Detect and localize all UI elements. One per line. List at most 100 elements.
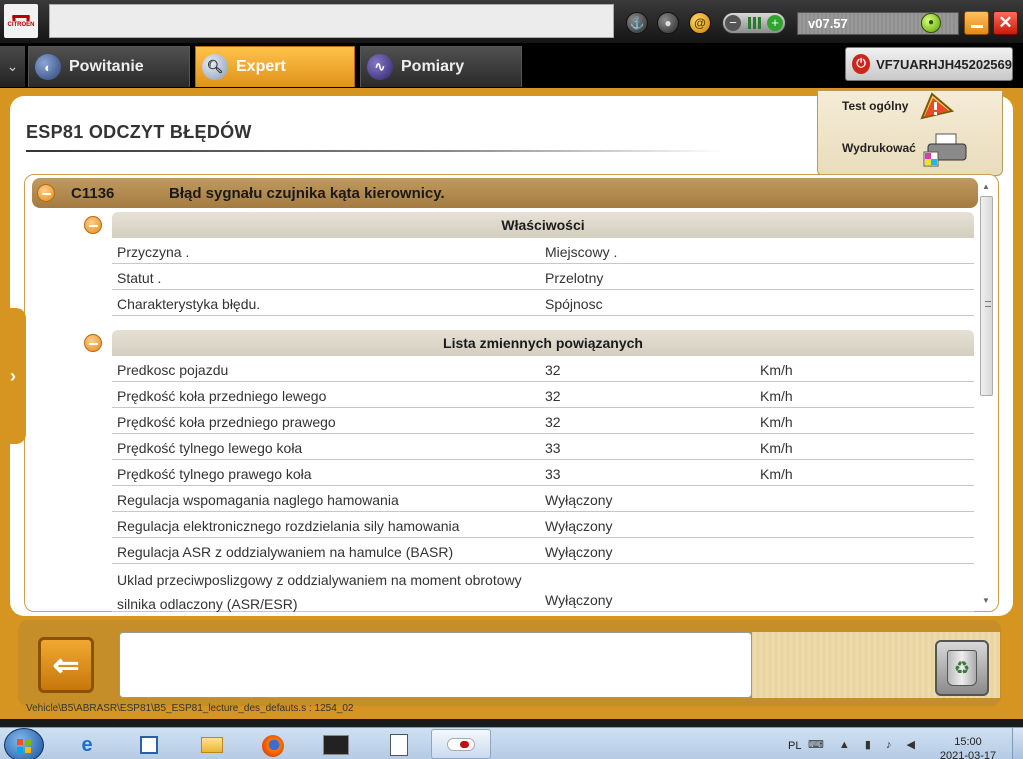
waveform-icon: ∿ [367, 54, 393, 80]
anchor-icon: ⚓ [629, 16, 645, 30]
variable-name: Regulacja ASR z oddzialywaniem na hamulc… [117, 544, 454, 560]
arrow-left-icon: ⇐ [52, 647, 80, 683]
vin-button[interactable]: ⏻ VF7UARHJH45202569 [845, 47, 1013, 81]
variable-unit: Km/h [760, 440, 793, 456]
variable-value: 32 [545, 414, 561, 430]
firefox-icon[interactable] [258, 731, 288, 759]
table-row: Regulacja wspomagania naglego hamowania W… [112, 486, 974, 512]
variable-value: Wyłączony [545, 544, 613, 560]
back-button[interactable]: ⇐ [38, 637, 94, 693]
scroll-up-icon[interactable]: ▲ [978, 180, 994, 194]
table-row: Charakterystyka błędu. Spójnosc [112, 290, 974, 316]
trash-icon: ♻ [947, 650, 977, 686]
chevron-logo-icon [12, 14, 30, 21]
variable-name: Uklad przeciwposlizgowy z oddzialywaniem… [117, 572, 522, 612]
table-row: Uklad przeciwposlizgowy z oddzialywaniem… [112, 564, 974, 612]
top-bar: CITROËN ⚓ ● @ − + v07.57 ● ✕ [0, 0, 1023, 43]
collapse-icon[interactable] [37, 184, 55, 202]
minimize-button[interactable] [964, 11, 989, 35]
anchor-button[interactable]: ⚓ [626, 12, 648, 34]
global-test-button[interactable]: Test ogólny [842, 99, 908, 113]
document-icon[interactable] [384, 731, 414, 759]
variables-section: Lista zmiennych powiązanych Predkosc poj… [84, 330, 974, 612]
time: 15:00 [954, 736, 982, 748]
minus-icon: − [725, 15, 741, 31]
logo-text: CITROËN [7, 21, 35, 28]
tab-label: Powitanie [69, 58, 144, 75]
show-desktop-button[interactable] [1012, 728, 1023, 759]
table-row: Predkosc pojazdu 32 Km/h [112, 356, 974, 382]
email-button[interactable]: @ [689, 12, 711, 34]
scroll-thumb[interactable] [980, 196, 993, 396]
warning-icon[interactable] [918, 91, 954, 121]
start-button[interactable] [4, 728, 44, 759]
variable-value: 33 [545, 440, 561, 456]
property-value: Przelotny [545, 270, 604, 286]
fault-header[interactable]: C1136 Błąd sygnału czujnika kąta kierown… [32, 178, 978, 208]
lock-button[interactable]: ● [921, 13, 941, 33]
section-title: Właściwości [112, 212, 974, 238]
table-row: Przyczyna . Miejscowy . [112, 238, 974, 264]
variable-name: Prędkość tylnego lewego koła [117, 440, 303, 456]
variable-unit: Km/h [760, 466, 793, 482]
variable-value: 33 [545, 466, 561, 482]
table-row: Prędkość koła przedniego lewego 32 Km/h [112, 382, 974, 408]
clock[interactable]: 15:00 2021-03-17 [932, 735, 1004, 759]
variables-header: Lista zmiennych powiązanych [84, 330, 974, 356]
welcome-icon: ◐ [35, 54, 61, 80]
battery-level-icon [747, 17, 761, 29]
minimize-icon [971, 25, 983, 28]
clp-app-icon[interactable] [320, 731, 352, 759]
user-button[interactable]: ● [657, 12, 679, 34]
table-row: Prędkość tylnego lewego koła 33 Km/h [112, 434, 974, 460]
tab-label: Expert [236, 58, 286, 75]
diagbox-taskbar-button[interactable] [431, 729, 491, 759]
variable-name: Regulacja elektronicznego rozdzielania s… [117, 518, 460, 534]
variable-name: Prędkość tylnego prawego koła [117, 466, 312, 482]
fault-description: Błąd sygnału czujnika kąta kierownicy. [169, 184, 445, 202]
table-row: Prędkość koła przedniego prawego 32 Km/h [112, 408, 974, 434]
property-name: Przyczyna . [117, 244, 190, 260]
property-name: Charakterystyka błędu. [117, 296, 261, 312]
collapse-icon[interactable] [84, 216, 102, 234]
nav-collapse-button[interactable]: ⌄ [0, 46, 25, 87]
folder-icon[interactable] [197, 731, 227, 759]
table-row: Prędkość tylnego prawego koła 33 Km/h [112, 460, 974, 486]
variable-name: Prędkość koła przedniego prawego [117, 414, 336, 430]
variable-value: Wyłączony [545, 492, 613, 508]
variable-name: Predkosc pojazdu [117, 362, 229, 378]
section-title: Lista zmiennych powiązanych [112, 330, 974, 356]
variable-name: Prędkość koła przedniego lewego [117, 388, 327, 404]
title-field [49, 4, 614, 38]
close-icon: ✕ [998, 13, 1013, 32]
vertical-scrollbar[interactable]: ▲ ▼ [978, 180, 994, 608]
variable-value: Wyłączony [545, 518, 613, 534]
properties-section: Właściwości Przyczyna . Miejscowy . Statu… [84, 212, 974, 316]
variable-name: Regulacja wspomagania naglego hamowania [117, 492, 399, 508]
properties-header: Właściwości [84, 212, 974, 238]
system-tray-icons[interactable]: ⌨ ▲ ▮ ♪ ◀ [808, 738, 924, 754]
tab-powitanie[interactable]: ◐ Powitanie [28, 46, 190, 87]
script-path: Vehicle\B5\ABRASR\ESP81\B5_ESP81_lecture… [26, 703, 354, 714]
language-indicator[interactable]: PL [788, 740, 801, 752]
media-player-icon[interactable] [134, 731, 164, 759]
tab-pomiary[interactable]: ∿ Pomiary [360, 46, 522, 87]
side-panel-toggle[interactable]: › [0, 308, 26, 444]
vin-label: VF7UARHJH45202569 [876, 56, 1012, 72]
variable-unit: Km/h [760, 388, 793, 404]
variable-value: 32 [545, 362, 561, 378]
chevron-right-icon: › [10, 365, 16, 386]
user-icon: ● [664, 16, 672, 30]
collapse-icon[interactable] [84, 334, 102, 352]
printer-icon[interactable] [922, 132, 970, 168]
tab-expert[interactable]: 🔍︎ Expert [195, 46, 355, 87]
scroll-down-icon[interactable]: ▼ [978, 594, 994, 608]
delete-faults-button[interactable]: ♻ [935, 640, 989, 696]
table-row: Regulacja ASR z oddzialywaniem na hamulc… [112, 538, 974, 564]
date: 2021-03-17 [939, 750, 997, 759]
print-button[interactable]: Wydrukować [842, 141, 916, 155]
close-button[interactable]: ✕ [993, 11, 1018, 35]
internet-explorer-icon[interactable]: e [72, 731, 102, 759]
battery-indicator[interactable]: − + [722, 12, 786, 34]
message-box[interactable] [119, 632, 752, 698]
